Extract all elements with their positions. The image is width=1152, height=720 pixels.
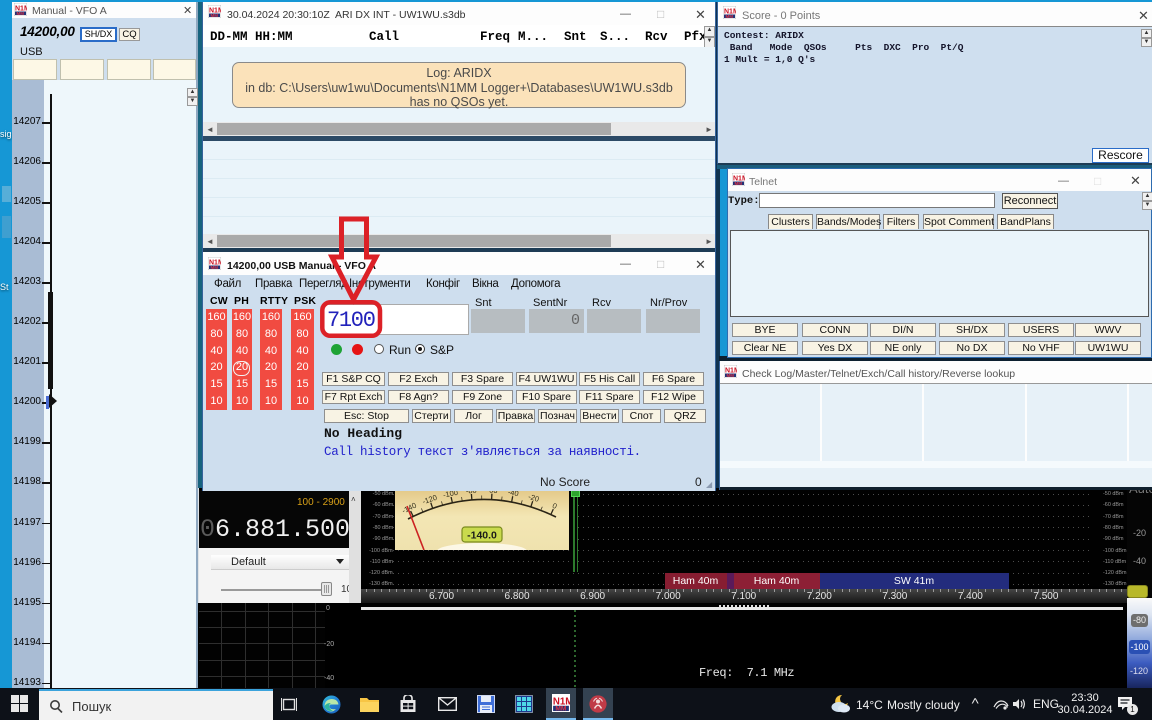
svg-text:MM: MM bbox=[555, 706, 567, 712]
svg-text:MM: MM bbox=[17, 11, 25, 16]
svg-text:MM: MM bbox=[727, 373, 735, 378]
svg-text:MM: MM bbox=[211, 265, 219, 270]
svg-text:MM: MM bbox=[735, 181, 743, 186]
svg-text:MM: MM bbox=[726, 14, 734, 19]
svg-text:MM: MM bbox=[211, 13, 219, 18]
svg-text:-140.0: -140.0 bbox=[467, 530, 497, 542]
